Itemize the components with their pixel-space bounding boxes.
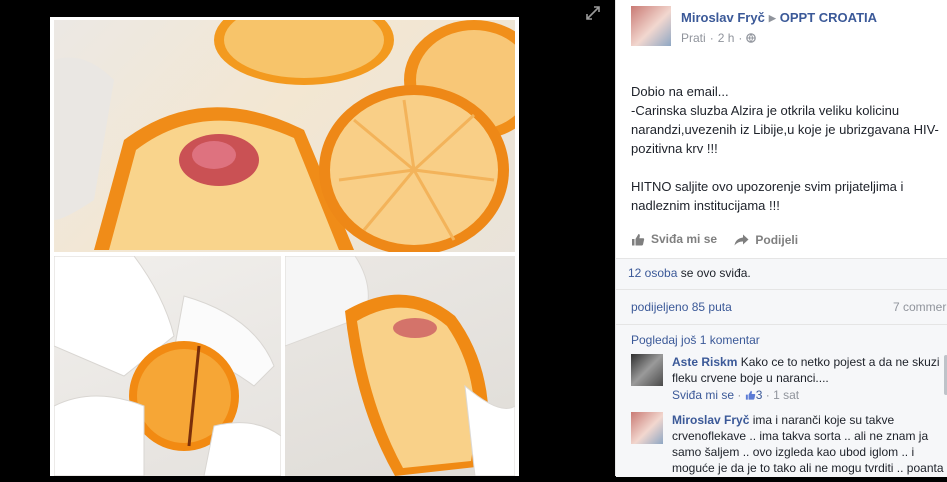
comment-item: Miroslav Fryč ima i naranči koje su takv… xyxy=(631,412,944,482)
comment-meta: Sviđa mi se · 3 · 1 sat xyxy=(672,387,947,403)
like-button[interactable]: Sviđa mi se xyxy=(631,232,717,246)
thumbs-up-icon xyxy=(745,390,755,400)
follow-link[interactable]: Prati xyxy=(681,31,706,45)
post-meta: Prati · 2 h · xyxy=(681,31,757,45)
post-text-line: Dobio na email... xyxy=(631,84,729,99)
comment-item: Aste Riskm Kako ce to netko pojest a da … xyxy=(631,354,941,414)
commenter-avatar[interactable] xyxy=(631,354,663,386)
post-message: Dobio na email... -Carinska sluzba Alzir… xyxy=(631,82,943,215)
comment-like-link[interactable]: Sviđa mi se xyxy=(672,388,734,402)
author-avatar[interactable] xyxy=(631,6,671,46)
separator-dot: · xyxy=(765,388,774,402)
likes-summary: 12 osoba se ovo sviđa. xyxy=(628,266,751,280)
comment-author-link[interactable]: Aste Riskm xyxy=(672,355,737,369)
separator-dot: · xyxy=(737,388,745,402)
likes-bar: 12 osoba se ovo sviđa. xyxy=(616,258,947,289)
comment-likes-count[interactable]: 3 xyxy=(756,388,763,402)
post-details-panel: Miroslav Fryč ▶ OPPT CROATIA Prati · 2 h · Do… xyxy=(615,0,947,477)
photo-orange-segment xyxy=(285,256,515,476)
comment-time[interactable]: 1 sat xyxy=(773,388,799,402)
view-more-comments-link[interactable]: Pogledaj još 1 komentar xyxy=(631,333,760,347)
photo-orange-gloved-hand xyxy=(54,256,281,476)
arrow-right-icon: ▶ xyxy=(768,13,776,23)
post-text-gap xyxy=(631,158,943,177)
shares-bar: podijeljeno 85 puta 7 commer xyxy=(616,289,947,324)
comment-author-link[interactable]: Miroslav Fryč xyxy=(672,413,749,427)
photo-orange-slices-top xyxy=(54,20,515,252)
group-name-link[interactable]: OPPT CROATIA xyxy=(780,10,877,25)
comments-section: Pogledaj još 1 komentar Aste Riskm Kako … xyxy=(616,324,947,477)
author-name-link[interactable]: Miroslav Fryč xyxy=(681,10,765,25)
like-label: Sviđa mi se xyxy=(651,232,718,246)
expand-icon[interactable] xyxy=(585,5,601,21)
likes-suffix: se ovo sviđa. xyxy=(677,266,751,280)
comment-body: Miroslav Fryč ima i naranči koje su takv… xyxy=(672,412,947,476)
comments-count-link[interactable]: 7 commer xyxy=(893,300,946,314)
post-photo[interactable] xyxy=(50,17,519,476)
orange-segment-illustration xyxy=(285,256,515,476)
orange-slices-illustration xyxy=(54,20,515,252)
separator-dot: · xyxy=(738,31,743,45)
post-text-line: -Carinska sluzba Alzira je otkrila velik… xyxy=(631,103,939,156)
commenter-avatar[interactable] xyxy=(631,412,663,444)
share-arrow-icon xyxy=(734,234,749,245)
gloved-hand-orange-illustration xyxy=(54,256,281,476)
likes-count-link[interactable]: 12 osoba xyxy=(628,266,677,280)
post-author-line: Miroslav Fryč ▶ OPPT CROATIA xyxy=(681,10,877,25)
post-time[interactable]: 2 h xyxy=(718,31,735,45)
post-text-line: HITNO saljite ovo upozorenje svim prijat… xyxy=(631,179,904,213)
shares-count-link[interactable]: podijeljeno 85 puta xyxy=(631,300,732,314)
photo-viewer xyxy=(0,0,615,476)
comment-body: Aste Riskm Kako ce to netko pojest a da … xyxy=(672,354,947,403)
share-label: Podijeli xyxy=(755,232,799,247)
globe-icon[interactable] xyxy=(746,33,757,43)
thumbs-up-icon xyxy=(632,233,645,245)
post-actions: Sviđa mi se Podijeli xyxy=(631,232,798,249)
separator-dot: · xyxy=(709,31,714,45)
share-button[interactable]: Podijeli xyxy=(734,233,798,247)
